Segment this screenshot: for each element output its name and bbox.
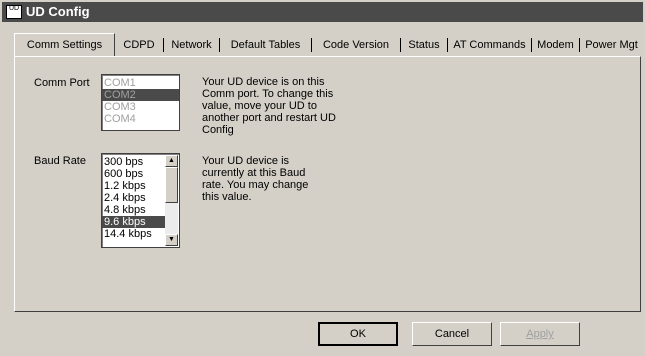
arrow-up-icon[interactable]: ▲ — [165, 155, 178, 167]
arrow-down-icon[interactable]: ▼ — [165, 234, 178, 246]
tab-code-version[interactable]: Code Version — [312, 35, 400, 55]
list-item[interactable]: COM2 — [102, 89, 179, 101]
tab-cdpd[interactable]: CDPD — [115, 35, 163, 55]
list-item[interactable]: 2.4 kbps — [102, 192, 165, 204]
tab-network[interactable]: Network — [164, 35, 219, 55]
tab-at-commands[interactable]: AT Commands — [448, 35, 531, 55]
cancel-button[interactable]: Cancel — [412, 322, 492, 346]
list-item[interactable]: 4.8 kbps — [102, 204, 165, 216]
baud-rate-listbox[interactable]: 300 bps 600 bps 1.2 kbps 2.4 kbps 4.8 kb… — [101, 153, 180, 248]
tab-comm-settings[interactable]: Comm Settings — [14, 33, 115, 56]
baud-rate-description: Your UD device is currently at this Baud… — [202, 155, 309, 203]
list-item[interactable]: 600 bps — [102, 168, 165, 180]
tab-modem[interactable]: Modem — [532, 35, 579, 55]
comm-port-listbox[interactable]: COM1 COM2 COM3 COM4 — [101, 74, 180, 131]
baud-rate-scrollbar[interactable]: ▲ ▼ — [165, 155, 178, 246]
list-item[interactable]: 9.6 kbps — [102, 216, 165, 228]
ok-button[interactable]: OK — [318, 322, 398, 346]
tab-strip: Comm Settings CDPD Network Default Table… — [14, 33, 645, 57]
comm-port-label: Comm Port — [34, 77, 90, 89]
window-title: UD Config — [26, 4, 90, 19]
list-item[interactable]: 1.2 kbps — [102, 180, 165, 192]
tab-status[interactable]: Status — [401, 35, 447, 55]
list-item[interactable]: COM3 — [102, 101, 179, 113]
baud-rate-label: Baud Rate — [34, 155, 86, 167]
title-bar[interactable]: UD UD Config — [2, 2, 643, 22]
scroll-thumb[interactable] — [165, 167, 178, 203]
comm-port-description: Your UD device is on this Comm port. To … — [202, 76, 336, 136]
comm-settings-page: Comm Port COM1 COM2 COM3 COM4 Your UD de… — [14, 56, 641, 312]
dialog-window: UD UD Config Comm Settings CDPD Network … — [0, 0, 645, 356]
app-icon: UD — [6, 5, 22, 19]
list-item[interactable]: 300 bps — [102, 156, 165, 168]
tab-power-mgt[interactable]: Power Mgt — [580, 35, 643, 55]
apply-button[interactable]: Apply — [500, 322, 580, 346]
list-item[interactable]: 14.4 kbps — [102, 228, 165, 240]
tab-default-tables[interactable]: Default Tables — [220, 35, 311, 55]
list-item[interactable]: COM1 — [102, 77, 179, 89]
list-item[interactable]: COM4 — [102, 113, 179, 125]
